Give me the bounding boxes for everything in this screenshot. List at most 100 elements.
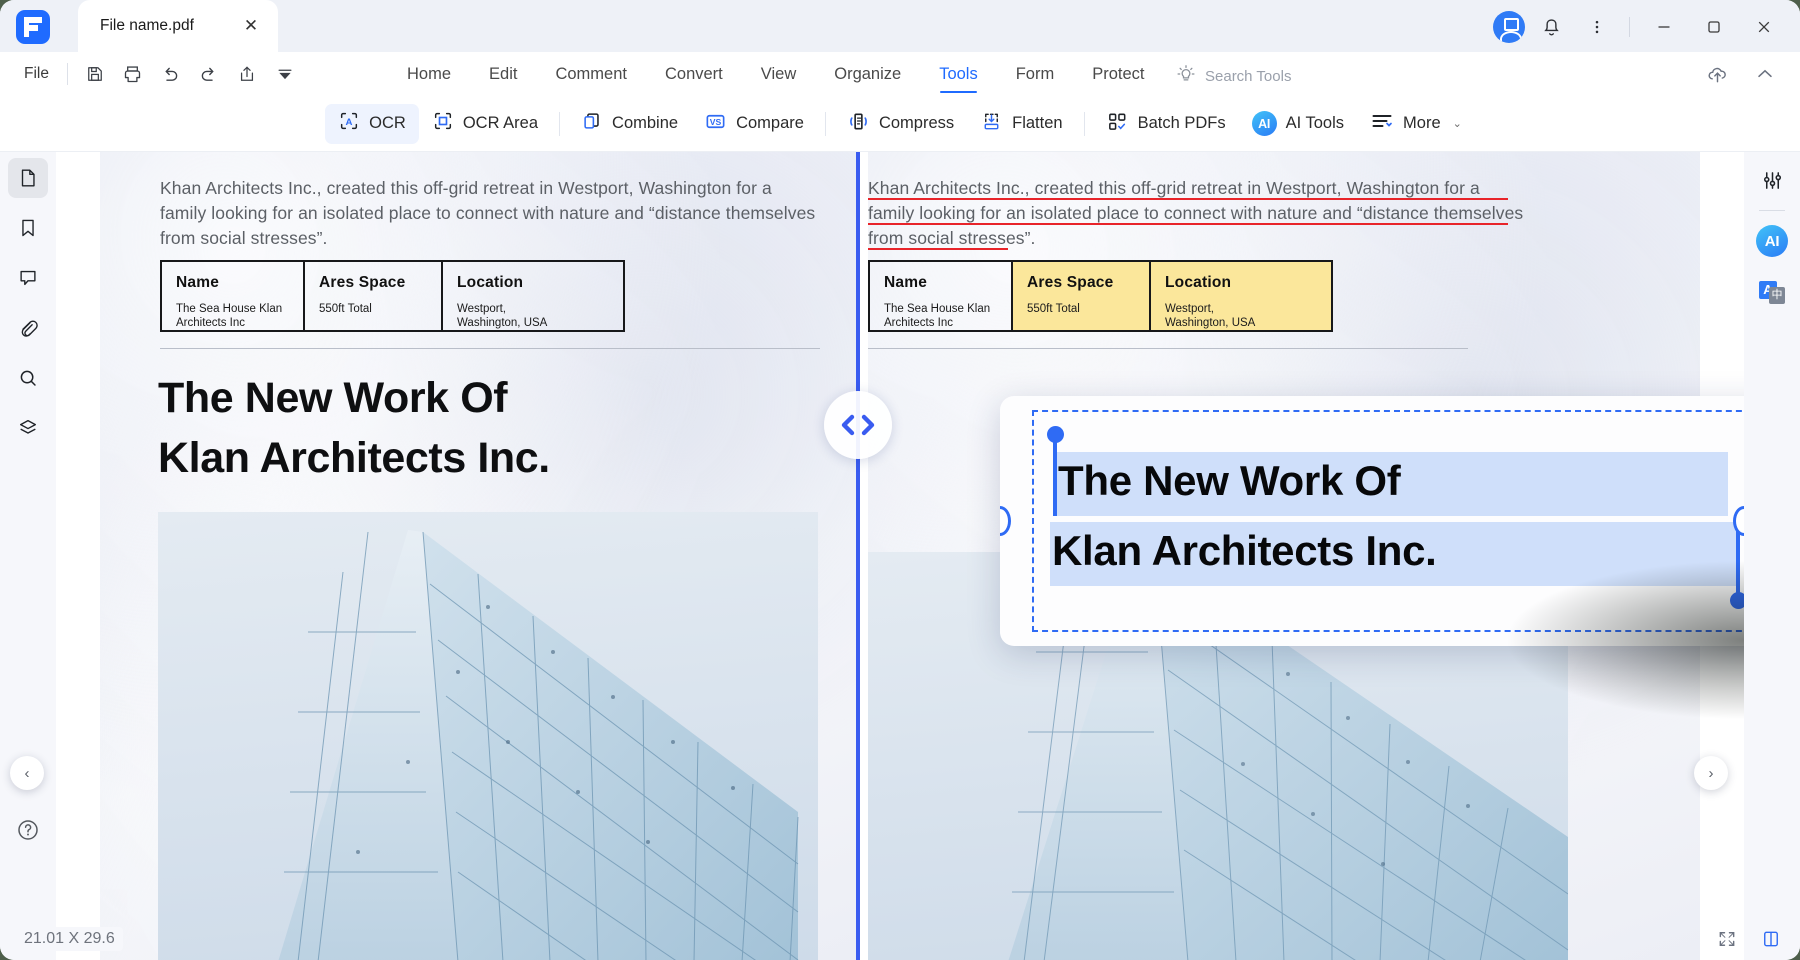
sidebar-item-layers[interactable] [8,408,48,448]
caret-down-icon[interactable] [266,57,304,91]
maximize-button[interactable] [1692,8,1736,46]
selected-text-line-1: The New Work Of [1058,457,1401,504]
table-header-area: Ares Space [319,274,406,291]
more-lines-icon [1370,109,1394,138]
next-page-button[interactable]: › [1694,756,1728,790]
document-page-left[interactable]: Khan Architects Inc., created this off-g… [100,152,860,960]
cursor-start-stem [1053,438,1057,516]
tab-home[interactable]: Home [388,52,470,96]
tab-view[interactable]: View [742,52,815,96]
document-tab[interactable]: File name.pdf ✕ [78,0,278,52]
print-icon[interactable] [114,57,152,91]
sidebar-item-thumbnails[interactable] [8,158,48,198]
fit-page-icon[interactable] [1714,926,1740,952]
tools-ribbon: A OCR OCR Area Combine VS Compare Compre… [0,96,1800,152]
undo-icon[interactable] [152,57,190,91]
table-cell-name: Name The Sea House Klan Architects Inc [870,262,1013,330]
minimize-button[interactable] [1642,8,1686,46]
ocr-area-tool-label: OCR Area [462,114,539,132]
ai-badge-icon: AI [1251,111,1277,136]
ai-tools-button[interactable]: AI AI Tools [1239,104,1357,144]
more-tools-button[interactable]: More ⌄ [1357,104,1475,144]
batch-pdfs-tool-button[interactable]: Batch PDFs [1093,104,1239,144]
text-object-selection-box[interactable] [1032,410,1762,632]
ocr-icon: A [338,110,360,137]
right-page-table[interactable]: Name The Sea House Klan Architects Inc A… [868,260,1333,332]
prev-page-button[interactable]: ‹ [10,756,44,790]
tab-convert[interactable]: Convert [646,52,742,96]
menu-divider [66,63,68,85]
save-icon[interactable] [76,57,114,91]
file-menu-button[interactable]: File [14,61,59,87]
tab-form[interactable]: Form [997,52,1074,96]
paragraph-line-3-underlined: from social stresses”. [868,226,1508,251]
left-page-table[interactable]: Name The Sea House Klan Architects Inc A… [160,260,625,332]
tab-tools[interactable]: Tools [920,52,997,96]
share-icon[interactable] [228,57,266,91]
combine-icon [581,110,603,137]
tab-organize[interactable]: Organize [815,52,920,96]
application-window: File name.pdf ✕ File Home Edit Comment C… [0,0,1800,960]
resize-left-handle[interactable] [1000,506,1011,536]
compress-tool-button[interactable]: Compress [834,104,967,144]
more-vertical-icon[interactable] [1577,8,1617,46]
table-cell-area-highlighted: Ares Space 550ft Total [1013,262,1151,330]
ai-assistant-icon[interactable]: AI [1752,221,1792,261]
flatten-icon [980,110,1003,138]
table-header-name: Name [176,274,220,291]
combine-tool-label: Combine [612,114,679,132]
app-logo-icon [16,10,50,44]
cursor-start-handle[interactable] [1046,426,1064,443]
title-bar: File name.pdf ✕ [0,0,1800,52]
bell-icon[interactable] [1531,8,1571,46]
sidebar-item-bookmarks[interactable] [8,208,48,248]
lightbulb-icon [1175,63,1197,90]
left-page-headline[interactable]: The New Work Of Klan Architects Inc. [158,368,550,488]
left-page-paragraph: Khan Architects Inc., created this off-g… [160,176,815,251]
tab-protect[interactable]: Protect [1073,52,1163,96]
right-page-paragraph: Khan Architects Inc., created this off-g… [868,176,1523,251]
compare-tool-button[interactable]: VS Compare [691,104,817,144]
table-cell-area: Ares Space 550ft Total [305,262,443,330]
search-tools-field[interactable]: Search Tools [1175,63,1291,90]
tab-edit[interactable]: Edit [470,52,536,96]
table-header-area: Ares Space [1027,274,1114,291]
close-tab-icon[interactable]: ✕ [242,17,260,35]
combine-tool-button[interactable]: Combine [568,104,691,144]
account-avatar[interactable] [1493,11,1525,43]
tab-comment[interactable]: Comment [536,52,646,96]
single-page-view-icon[interactable] [1758,926,1784,952]
table-header-name: Name [884,274,928,291]
table-value-location: Westport, Washington, USA [1165,303,1256,329]
properties-sliders-icon[interactable] [1752,160,1792,200]
right-rail-divider [1759,210,1785,211]
sidebar-item-search[interactable] [8,358,48,398]
collapse-ribbon-icon[interactable] [1746,57,1784,91]
redo-icon[interactable] [190,57,228,91]
menu-tabs: Home Edit Comment Convert View Organize … [388,52,1164,96]
translate-icon[interactable]: A 中 [1752,273,1792,313]
text-edit-overlay-card[interactable]: The New Work Of Klan Architects Inc. [1000,396,1800,646]
flatten-tool-button[interactable]: Flatten [967,104,1075,144]
close-window-button[interactable] [1742,8,1786,46]
ocr-area-icon [432,110,454,137]
svg-text:A: A [346,117,353,128]
compress-tool-label: Compress [878,114,955,132]
page-size-indicator: 21.01 X 29.6 [14,927,123,951]
compare-split-handle[interactable] [824,391,892,459]
headline-line-1: The New Work Of [158,374,508,422]
translate-cjk-label: 中 [1769,287,1785,304]
ocr-tool-button[interactable]: A OCR [325,103,419,144]
selected-text-line-2: Klan Architects Inc. [1052,527,1437,574]
menu-right-actions [1698,57,1784,91]
sidebar-item-attachments[interactable] [8,308,48,348]
search-tools-placeholder: Search Tools [1205,68,1292,85]
compare-divider-line[interactable] [856,152,860,960]
sidebar-item-comments[interactable] [8,258,48,298]
help-icon[interactable] [8,810,48,850]
ocr-area-tool-button[interactable]: OCR Area [419,104,551,144]
cloud-upload-icon[interactable] [1698,57,1736,91]
status-bar: 21.01 X 29.6 [0,918,1800,960]
table-value-area: 550ft Total [1027,303,1080,315]
ribbon-divider-3 [1083,111,1085,136]
